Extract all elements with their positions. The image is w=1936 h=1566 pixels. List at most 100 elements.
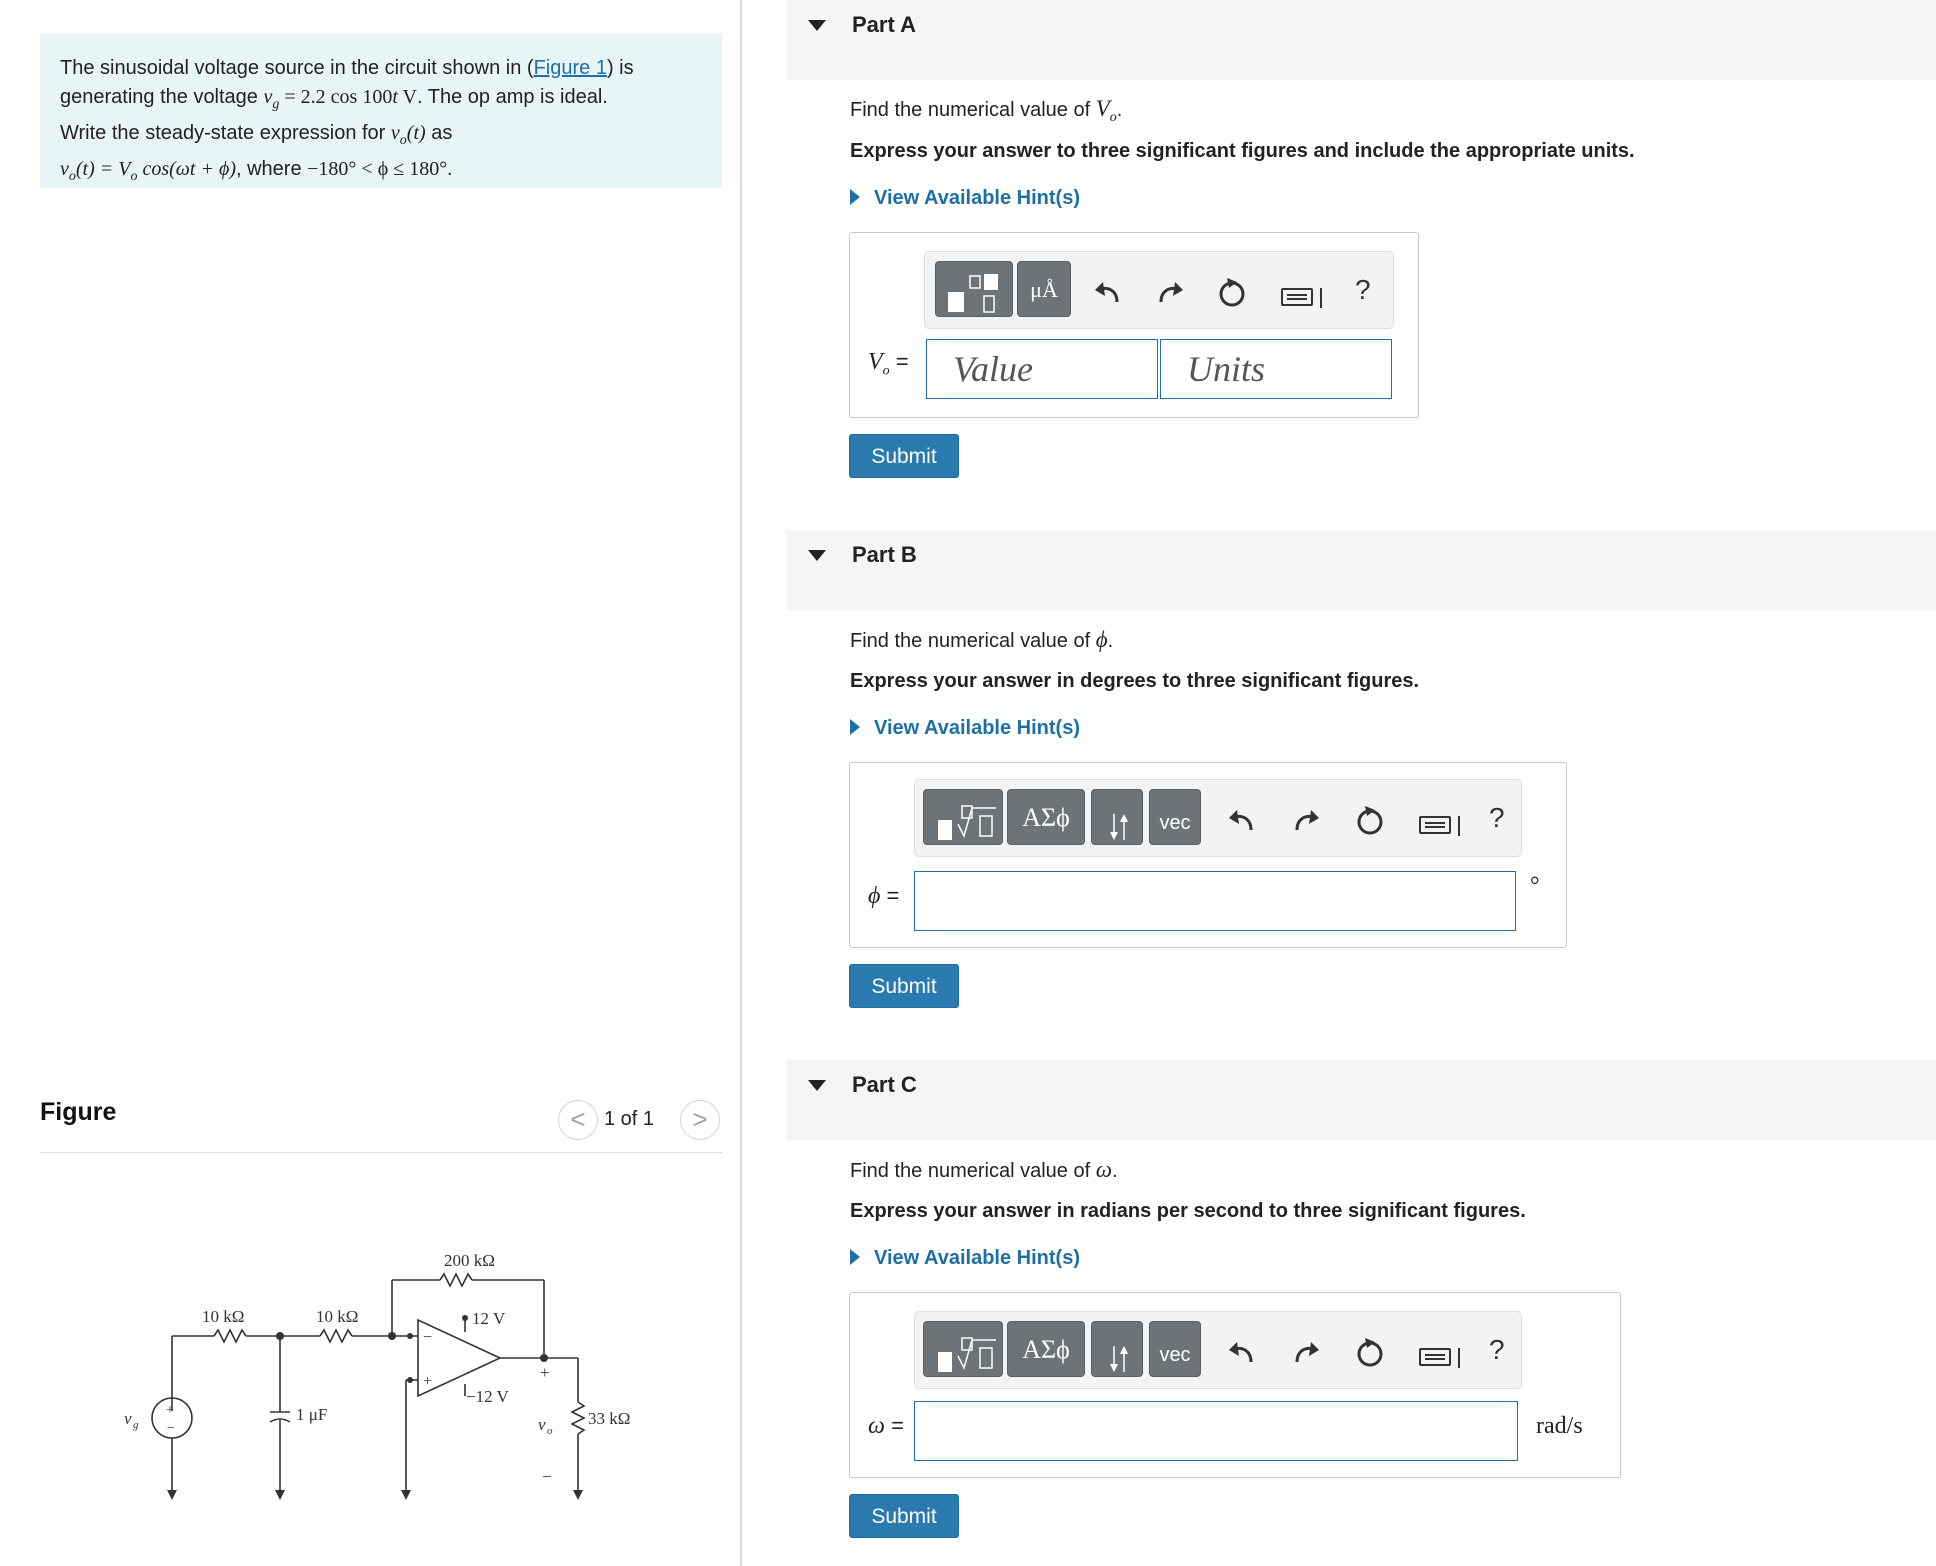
part-b-submit-button[interactable]: Submit [849,964,959,1008]
previous-figure-button[interactable]: < [558,1100,598,1140]
part-b-answer-box: ΑΣϕ vec ? ϕ = ° [849,762,1567,948]
part-b-instruction: Express your answer in degrees to three … [850,670,1420,692]
part-c-question: Find the numerical value of ω. [850,1157,1118,1183]
hint-label: View Available Hint(s) [874,1247,1080,1269]
ground-arrow [401,1490,411,1500]
part-b-hint-link[interactable]: View Available Hint(s) [850,717,1080,740]
reset-icon[interactable] [1353,804,1387,838]
templates-button[interactable] [923,789,1003,845]
figure-link[interactable]: Figure 1 [534,57,607,79]
part-b-var-label: ϕ = [868,883,899,910]
keyboard-icon[interactable] [1419,1348,1451,1366]
part-b-title: Part B [852,542,917,567]
question-text: . [1116,99,1123,121]
math-sub: o [399,133,407,148]
keyboard-divider [1458,816,1460,836]
next-figure-button[interactable]: > [680,1100,720,1140]
help-icon[interactable]: ? [1489,1334,1505,1366]
keyboard-icon[interactable] [1281,288,1313,306]
vector-button[interactable]: vec [1149,789,1201,845]
keyboard-divider [1320,288,1322,308]
collapse-triangle-icon [808,550,826,561]
phi-input[interactable] [914,871,1516,931]
label-vg-sub: g [133,1419,139,1431]
units-label: μÅ [1030,277,1058,302]
part-a-hint-link[interactable]: View Available Hint(s) [850,187,1080,210]
templates-button[interactable] [935,261,1013,317]
figure-title: Figure [40,1098,117,1126]
node-dot [276,1332,284,1340]
problem-statement: The sinusoidal voltage source in the cir… [40,34,722,188]
redo-icon[interactable] [1289,804,1323,838]
value-input[interactable]: Value [926,339,1158,399]
redo-icon[interactable] [1289,1336,1323,1370]
figure-count: 1 of 1 [604,1108,655,1130]
resistor-r1 [213,1328,247,1344]
ground-arrow [167,1490,177,1500]
templates-icon [948,274,998,313]
part-c-submit-button[interactable]: Submit [849,1494,959,1538]
part-c-hint-link[interactable]: View Available Hint(s) [850,1247,1080,1270]
math-sub: o [882,363,890,379]
keyboard-icon[interactable] [1419,816,1451,834]
value-placeholder: Value [953,349,1033,389]
label-r2: 10 kΩ [316,1307,358,1326]
degree-unit: ° [1530,873,1540,899]
reset-icon[interactable] [1353,1336,1387,1370]
part-c-header[interactable]: Part C [786,1060,1936,1140]
figure-divider [40,1152,722,1153]
math-expr: (t) = [75,158,119,180]
node-dot [462,1315,468,1321]
part-c-title: Part C [852,1072,917,1097]
node-dot [407,1333,413,1339]
label-rl: 33 kΩ [588,1409,630,1428]
problem-text: . The op amp is ideal. [417,86,608,108]
equals-sign: = [889,349,909,374]
math-expr: (t) [406,122,426,144]
greek-symbols-button[interactable]: ΑΣϕ [1007,1321,1085,1377]
rad-per-second-unit: rad/s [1536,1413,1583,1439]
reset-icon[interactable] [1215,276,1249,310]
question-text: Find the numerical value of [850,1160,1096,1182]
math-sub: o [68,169,76,184]
problem-line-3: Write the steady-state expression for vo… [60,119,702,155]
undo-icon[interactable] [1225,1336,1259,1370]
undo-icon[interactable] [1225,804,1259,838]
label-rf: 200 kΩ [444,1251,495,1270]
vector-button[interactable]: vec [1149,1321,1201,1377]
collapse-triangle-icon [808,1080,826,1091]
subscript-superscript-button[interactable] [1091,1321,1143,1377]
help-icon[interactable]: ? [1355,274,1371,306]
undo-icon[interactable] [1091,276,1125,310]
redo-icon[interactable] [1153,276,1187,310]
units-input[interactable]: Units [1160,339,1392,399]
label-minus: − [542,1467,552,1486]
ground-arrow [573,1490,583,1500]
greek-symbols-button[interactable]: ΑΣϕ [1007,789,1085,845]
help-icon[interactable]: ? [1489,802,1505,834]
label-src-plus: + [166,1403,174,1418]
math-var: ω [868,1413,885,1439]
units-button[interactable]: μÅ [1017,261,1071,317]
collapse-triangle-icon [808,20,826,31]
units-placeholder: Units [1187,349,1266,389]
part-a-header[interactable]: Part A [786,0,1936,80]
part-a-submit-button[interactable]: Submit [849,434,959,478]
label-plus: + [540,1363,550,1382]
problem-line-1: The sinusoidal voltage source in the cir… [60,54,702,83]
part-b-header[interactable]: Part B [786,530,1936,610]
label-vg: v [124,1409,132,1428]
part-c-toolbar: ΑΣϕ vec ? [914,1311,1522,1389]
templates-button[interactable] [923,1321,1003,1377]
part-a-toolbar: μÅ ? [924,251,1394,329]
problem-line-4: vo(t) = Vo cos(ωt + ϕ), where −180° < ϕ … [60,155,702,191]
omega-input[interactable] [914,1401,1518,1461]
label-vneg: −12 V [466,1387,510,1406]
math-var: v [60,158,69,180]
subscript-superscript-button[interactable] [1091,789,1143,845]
math-sub: o [1109,110,1117,125]
keyboard-divider [1458,1348,1460,1368]
left-pane: The sinusoidal voltage source in the cir… [0,0,742,1566]
label-src-minus: − [167,1421,175,1436]
part-b-question: Find the numerical value of ϕ. [850,627,1113,653]
